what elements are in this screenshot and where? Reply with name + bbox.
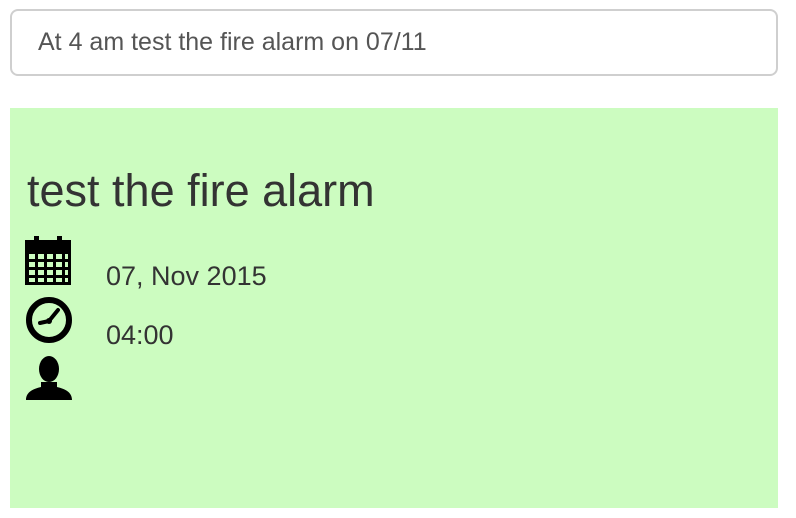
event-title: test the fire alarm (27, 165, 375, 216)
calendar-icon (25, 236, 73, 285)
event-time: 04:00 (106, 320, 174, 350)
event-input-container (10, 9, 778, 76)
event-preview-card: test the fire alarm 07, Nov 2015 04:00 (10, 108, 778, 508)
user-icon (25, 354, 73, 402)
event-text-input[interactable] (12, 11, 776, 74)
event-date: 07, Nov 2015 (106, 261, 267, 291)
clock-icon (25, 296, 73, 344)
